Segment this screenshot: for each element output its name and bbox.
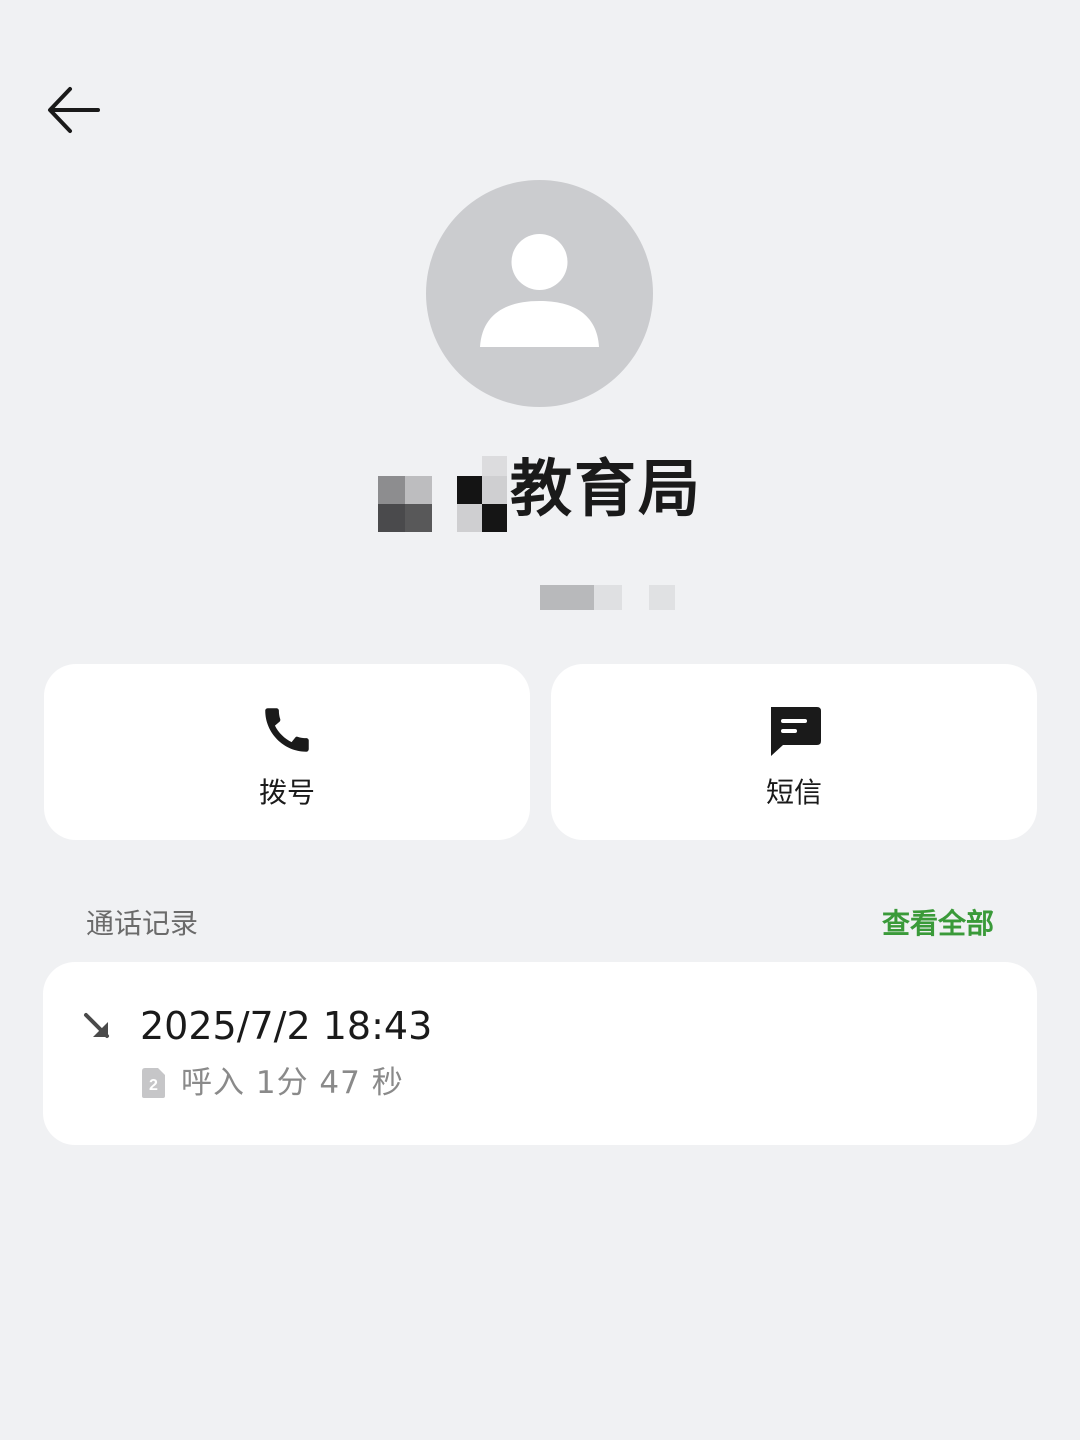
phone-icon xyxy=(255,698,319,762)
call-record-detail: 呼入 1分 47 秒 xyxy=(181,1065,404,1101)
call-record[interactable]: 2025/7/2 18:43 2 呼入 1分 47 秒 xyxy=(43,962,1037,1145)
phone-number-mosaic xyxy=(540,585,622,610)
message-icon xyxy=(762,698,826,762)
sms-label: 短信 xyxy=(765,776,822,809)
avatar xyxy=(426,180,653,407)
call-label: 拨号 xyxy=(258,776,315,809)
arrow-left-icon xyxy=(48,87,100,133)
view-all-link[interactable]: 查看全部 xyxy=(882,904,994,944)
contact-name-mosaic-2 xyxy=(457,456,507,532)
sim-card-icon: 2 xyxy=(142,1068,165,1098)
sim-number: 2 xyxy=(149,1077,158,1094)
back-button[interactable] xyxy=(36,78,108,142)
call-record-datetime: 2025/7/2 18:43 xyxy=(140,1004,433,1048)
call-log-title: 通话记录 xyxy=(86,907,199,940)
person-icon xyxy=(480,234,599,347)
incoming-call-arrow-icon xyxy=(84,1013,109,1038)
phone-number-mosaic-2 xyxy=(649,585,675,610)
call-button[interactable]: 拨号 xyxy=(44,664,530,840)
contact-name: 教育局 xyxy=(510,452,703,525)
sms-button[interactable]: 短信 xyxy=(551,664,1037,840)
contact-name-mosaic-1 xyxy=(378,476,432,532)
